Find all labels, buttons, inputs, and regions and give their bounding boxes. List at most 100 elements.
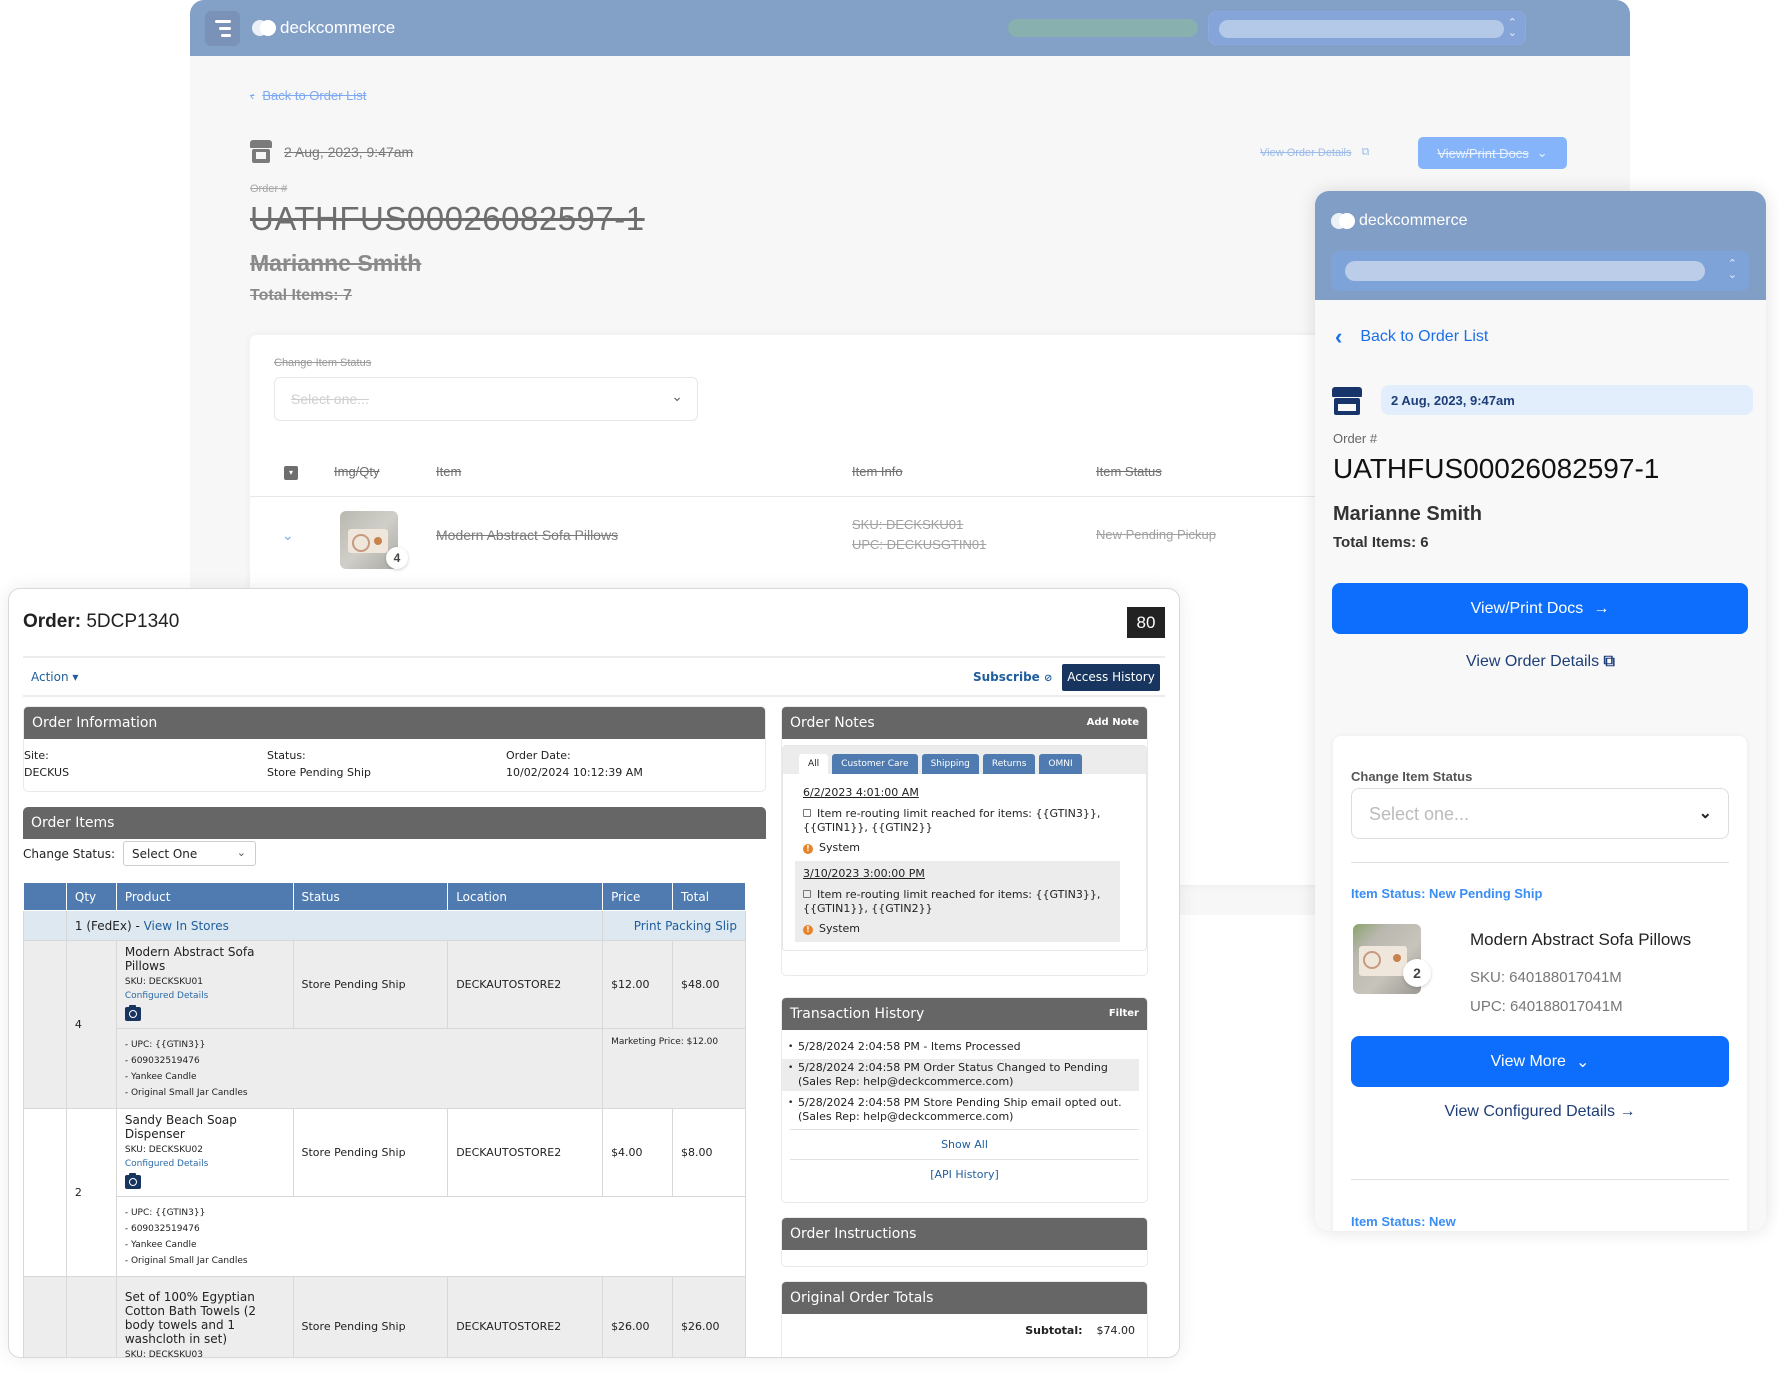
column-header: Img/Qty [334,464,380,479]
panel-heading: Order Information [24,707,765,739]
customer-name: Marianne Smith [1333,503,1482,525]
quantity-badge: 4 [386,547,408,569]
item-qty: 2 [65,1108,117,1277]
order-id: 5DCP1340 [86,611,180,632]
updown-icon: ⌃ ⌄ [1507,17,1517,39]
item-status-label: Item Status: New Pending Ship [1351,886,1543,901]
item-qty: 1 [65,1276,117,1357]
store-selector[interactable]: ⌃ ⌄ [1331,251,1749,291]
legacy-order-window: Order: 5DCP1340 80 Action ▾ Subscribe ⊘ … [8,588,1180,1358]
view-order-details-link[interactable]: View Order Details ⧉ [1315,653,1766,671]
note-icon [803,809,811,817]
configured-details-link[interactable]: Configured Details [125,1159,285,1169]
item-status: New Pending Pickup [1096,527,1216,542]
order-date-field: Order Date: 10/02/2024 10:12:39 AM [506,749,643,779]
item-location: DECKAUTOSTORE2 [447,1108,604,1197]
filter-button[interactable]: Filter [1109,1008,1139,1019]
subtotal-value: $74.00 [1096,1324,1136,1337]
item-location: DECKAUTOSTORE2 [447,940,604,1029]
marketing-price: Marketing Price: $12.00 [602,1028,746,1109]
order-label: Order # [1333,431,1378,446]
tab-all[interactable]: All [799,754,829,774]
tab-customer-care[interactable]: Customer Care [832,754,918,774]
order-instructions-panel: Order Instructions [781,1217,1148,1267]
product-upc: UPC: 640188017041M [1470,998,1623,1015]
order-number: UATHFUS00026082597-1 [250,200,645,237]
api-history-link[interactable]: [API History] [790,1159,1139,1189]
store-selector[interactable]: ⌃ ⌄ [1208,11,1526,45]
column-header: Location [447,882,604,911]
mobile-header: deckcommerce ⌃ ⌄ [1315,191,1766,300]
divider [23,656,1165,658]
arrow-right-icon: → [1619,1103,1636,1120]
expand-chevron-icon[interactable]: ⌄ [282,527,294,544]
camera-icon[interactable] [124,1173,141,1189]
shipment-row: 1 (FedEx) - View In Stores Print Packing… [23,910,746,941]
view-in-stores-link[interactable]: View In Stores [144,919,229,933]
brand-logo: deckcommerce [1331,212,1467,230]
transaction-list: 5/28/2024 2:04:58 PM - Items Processed 5… [782,1030,1147,1126]
subscribe-link[interactable]: Subscribe ⊘ [973,670,1052,684]
view-configured-details-link[interactable]: View Configured Details → [1333,1103,1747,1121]
change-item-status-select[interactable]: Select one... ⌄ [1351,788,1729,839]
action-dropdown[interactable]: Action ▾ [31,670,78,684]
item-upc: UPC: DECKUSGTIN01 [852,537,987,552]
panel-heading: Order Instructions [782,1218,1147,1250]
note-date[interactable]: 3/10/2023 3:00:00 PM [803,867,1112,881]
configured-details-link[interactable]: Configured Details [125,991,285,1001]
list-item: 5/28/2024 2:04:58 PM Store Pending Ship … [782,1094,1147,1126]
original-order-totals-panel: Original Order Totals Subtotal: $74.00 [781,1281,1148,1357]
item-status: Store Pending Ship [292,940,449,1029]
note-item: 3/10/2023 3:00:00 PM Item re-routing lim… [795,861,1120,942]
back-to-order-list-link[interactable]: ‹ Back to Order List [1335,324,1488,350]
print-packing-slip-link[interactable]: Print Packing Slip [634,919,737,933]
note-date[interactable]: 6/2/2023 4:01:00 AM [803,786,1134,800]
show-all-link[interactable]: Show All [790,1129,1139,1159]
camera-icon[interactable] [124,1005,141,1021]
mobile-order-view: deckcommerce ⌃ ⌄ ‹ Back to Order List 2 A… [1315,191,1766,1231]
store-icon [250,140,272,164]
product-name: Modern Abstract Sofa Pillows [124,945,255,973]
view-print-docs-button[interactable]: View/Print Docs → [1332,583,1748,634]
item-location: DECKAUTOSTORE2 [447,1276,604,1357]
chevron-down-icon: ⌄ [1575,1053,1590,1071]
item-total: $8.00 [672,1108,746,1197]
divider [1351,1179,1729,1180]
column-header: Item Info [852,464,903,479]
view-more-button[interactable]: View More ⌄ [1351,1036,1729,1087]
menu-icon[interactable] [205,10,240,46]
back-to-order-list-link[interactable]: ‹ Back to Order List [250,88,366,103]
logo-icon [1331,213,1355,229]
table-header-row: Qty Product Status Location Price Total [23,882,746,911]
status-field: Status: Store Pending Ship [267,749,372,779]
order-information-panel: Order Information Site: DECKUS Status: Sto… [23,706,766,792]
item-name: Modern Abstract Sofa Pillows [436,527,619,543]
view-order-details-link[interactable]: View Order Details ⧉ [1260,146,1369,159]
tab-returns[interactable]: Returns [982,754,1036,774]
view-print-docs-button[interactable]: View/Print Docs ⌄ [1418,137,1567,169]
item-details-row: - UPC: {{GTIN3}} - 609032519476 - Yankee… [24,1028,746,1109]
change-item-status-label: Change Item Status [1351,769,1473,784]
arrow-right-icon: → [1593,599,1610,617]
tab-omni[interactable]: OMNI [1039,754,1082,774]
access-history-button[interactable]: Access History [1062,664,1160,691]
change-item-status-select[interactable]: Select one... ⌄ [274,377,698,421]
change-status-select[interactable]: Select One ⌄ [123,841,256,866]
panel-heading: Original Order Totals [782,1282,1147,1314]
tab-shipping[interactable]: Shipping [921,754,979,774]
item-price: $26.00 [602,1276,673,1357]
logo-icon [252,20,276,36]
select-all-checkbox[interactable]: ▾ [284,466,298,480]
order-date-row: 2 Aug, 2023, 9:47am [250,140,413,164]
status-pill [1008,19,1198,37]
product-name: Sandy Beach Soap Dispenser [124,1113,237,1141]
list-item: 5/28/2024 2:04:58 PM - Items Processed [782,1038,1147,1056]
table-row: 4 Modern Abstract Sofa Pillows SKU: DECK… [23,940,746,1109]
product-sku: SKU: DECKSKU02 [124,1145,203,1155]
external-link-icon: ⧉ [1361,146,1370,158]
transaction-history-panel: Transaction History Filter 5/28/2024 2:0… [781,997,1148,1203]
chevron-down-icon: ⌄ [1698,805,1712,822]
item-total: $26.00 [672,1276,746,1357]
add-note-button[interactable]: Add Note [1087,717,1139,728]
notes-tabs: All Customer Care Shipping Returns OMNI [783,746,1146,774]
